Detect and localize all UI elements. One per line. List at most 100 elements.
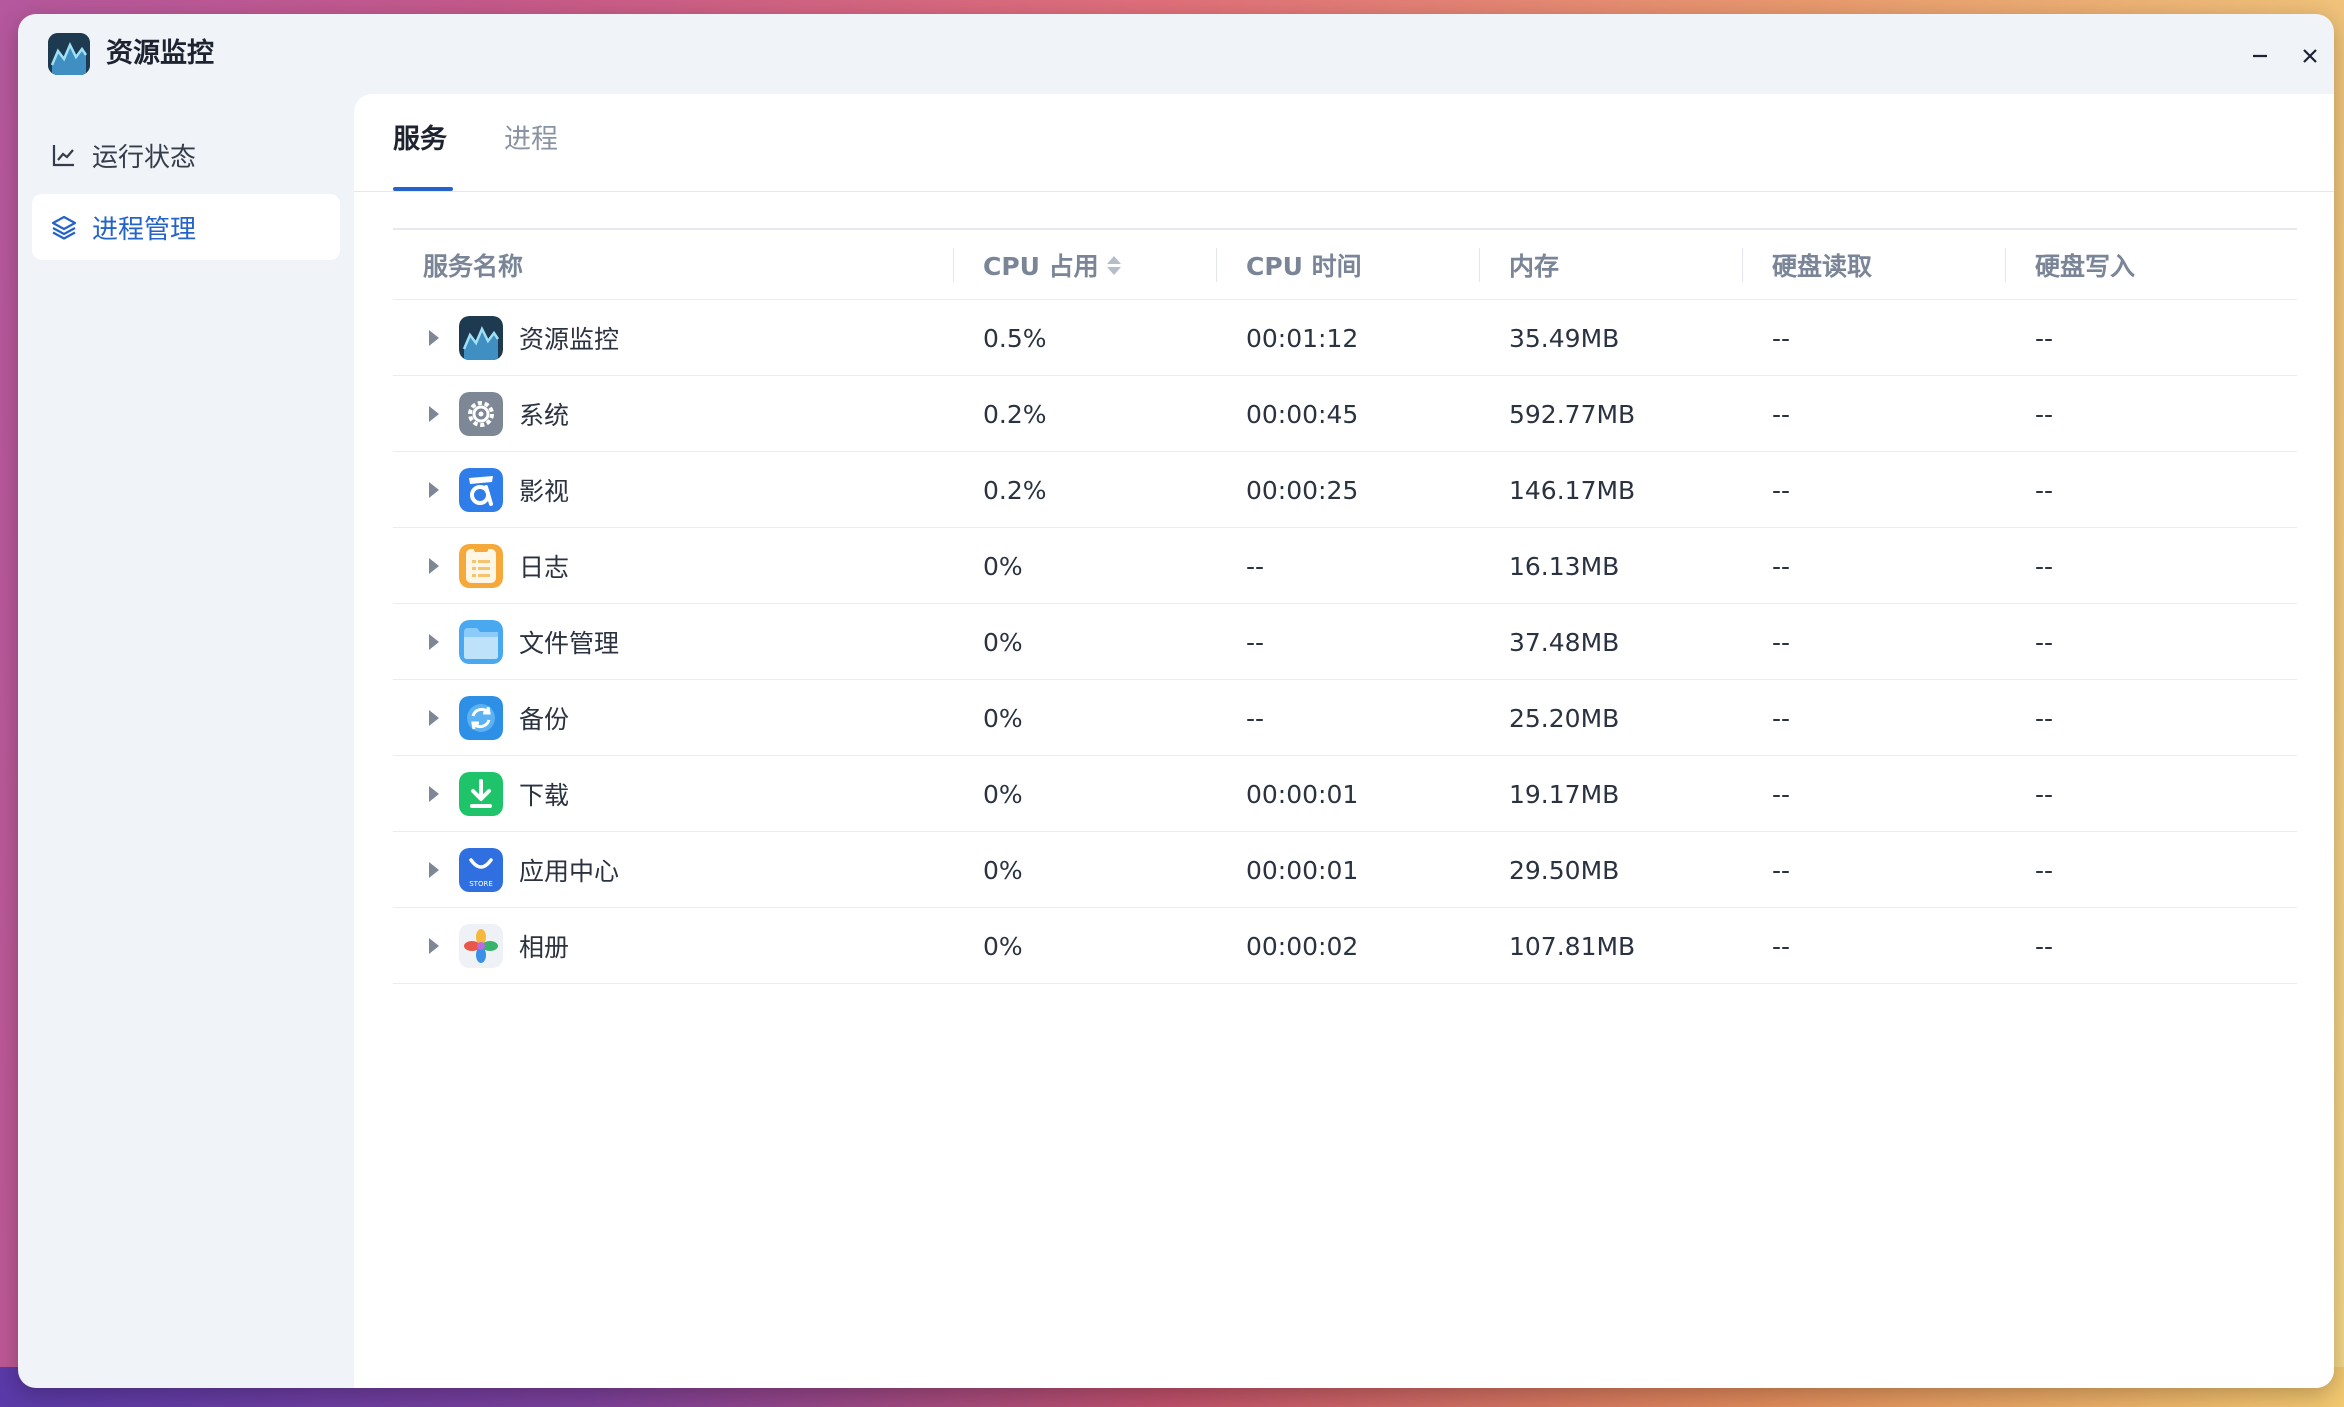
column-divider[interactable] <box>953 248 954 282</box>
cpu-usage-value: 0% <box>983 551 1023 581</box>
table-row[interactable]: 日志 0% -- 16.13MB -- -- <box>393 528 2297 604</box>
memory-value: 25.20MB <box>1509 703 1620 733</box>
table-row[interactable]: 资源监控 0.5% 00:01:12 35.49MB -- -- <box>393 300 2297 376</box>
disk-read-value: -- <box>1772 475 1791 505</box>
column-header-cpu-usage[interactable]: CPU 占用 <box>983 230 1121 300</box>
column-divider[interactable] <box>2005 248 2006 282</box>
column-header-disk-read[interactable]: 硬盘读取 <box>1772 230 1872 300</box>
disk-read-value: -- <box>1772 627 1791 657</box>
service-name: 文件管理 <box>519 629 620 658</box>
column-header-cpu-time[interactable]: CPU 时间 <box>1246 230 1362 300</box>
cpu-usage-value: 0% <box>983 627 1023 657</box>
sidebar-item-run-status[interactable]: 运行状态 <box>32 122 340 188</box>
table-row[interactable]: 系统 0.2% 00:00:45 592.77MB -- -- <box>393 376 2297 452</box>
column-divider[interactable] <box>1742 248 1743 282</box>
disk-write-value: -- <box>2035 399 2054 429</box>
video-icon <box>459 468 503 512</box>
table-row[interactable]: 相册 0% 00:00:02 107.81MB -- -- <box>393 908 2297 984</box>
table-row[interactable]: 下载 0% 00:00:01 19.17MB -- -- <box>393 756 2297 832</box>
minimize-icon <box>2253 54 2267 58</box>
close-button[interactable] <box>2288 34 2332 78</box>
disk-write-value: -- <box>2035 703 2054 733</box>
service-name: 备份 <box>519 705 570 734</box>
expand-arrow-icon[interactable] <box>429 558 439 574</box>
tab-services[interactable]: 服务 <box>393 120 447 160</box>
sort-icon[interactable] <box>1106 255 1121 275</box>
cpu-time-value: 00:00:01 <box>1246 779 1359 809</box>
column-header-disk-write[interactable]: 硬盘写入 <box>2035 230 2135 300</box>
disk-read-value: -- <box>1772 399 1791 429</box>
service-name: 资源监控 <box>519 325 620 354</box>
disk-write-value: -- <box>2035 475 2054 505</box>
memory-value: 16.13MB <box>1509 551 1620 581</box>
table-row[interactable]: 影视 0.2% 00:00:25 146.17MB -- -- <box>393 452 2297 528</box>
app-store-icon: STORE <box>459 848 503 892</box>
cpu-time-value: -- <box>1246 703 1265 733</box>
column-divider[interactable] <box>1216 248 1217 282</box>
cpu-time-value: 00:00:45 <box>1246 399 1359 429</box>
table-row[interactable]: 文件管理 0% -- 37.48MB -- -- <box>393 604 2297 680</box>
memory-value: 146.17MB <box>1509 475 1636 505</box>
column-header-memory[interactable]: 内存 <box>1509 230 1559 300</box>
column-divider[interactable] <box>1479 248 1480 282</box>
sidebar-item-process-management[interactable]: 进程管理 <box>32 194 340 260</box>
table-header: 服务名称 CPU 占用 CPU 时间 内存 硬盘读取 硬盘写入 <box>393 230 2297 300</box>
disk-read-value: -- <box>1772 703 1791 733</box>
expand-arrow-icon[interactable] <box>429 634 439 650</box>
cpu-time-value: 00:01:12 <box>1246 323 1359 353</box>
disk-write-value: -- <box>2035 779 2054 809</box>
resource-monitor-window: 资源监控 运行状态 进程管理 服务 进程 服务名称 CPU 占用 CPU 时间 … <box>18 14 2334 1388</box>
expand-arrow-icon[interactable] <box>429 862 439 878</box>
service-name: 应用中心 <box>519 857 620 886</box>
expand-arrow-icon[interactable] <box>429 786 439 802</box>
table-row[interactable]: STORE 应用中心 0% 00:00:01 29.50MB -- -- <box>393 832 2297 908</box>
sidebar-item-label: 运行状态 <box>92 142 197 173</box>
folder-icon <box>459 620 503 664</box>
tab-processes[interactable]: 进程 <box>504 120 558 160</box>
resource-monitor-icon <box>459 316 503 360</box>
expand-arrow-icon[interactable] <box>429 938 439 954</box>
expand-arrow-icon[interactable] <box>429 406 439 422</box>
services-table: 服务名称 CPU 占用 CPU 时间 内存 硬盘读取 硬盘写入 资源监控 0.5… <box>393 228 2297 984</box>
line-chart-icon <box>50 141 78 169</box>
cpu-usage-value: 0% <box>983 931 1023 961</box>
column-header-label: 服务名称 <box>423 252 524 281</box>
service-name: 影视 <box>519 477 570 506</box>
disk-write-value: -- <box>2035 931 2054 961</box>
disk-write-value: -- <box>2035 323 2054 353</box>
cpu-usage-value: 0.2% <box>983 475 1047 505</box>
memory-value: 37.48MB <box>1509 627 1620 657</box>
expand-arrow-icon[interactable] <box>429 330 439 346</box>
close-icon <box>2303 49 2317 63</box>
download-icon <box>459 772 503 816</box>
column-header-label: 硬盘读取 <box>1772 252 1873 281</box>
cpu-time-value: 00:00:01 <box>1246 855 1359 885</box>
expand-arrow-icon[interactable] <box>429 482 439 498</box>
window-title: 资源监控 <box>106 38 214 69</box>
cpu-usage-value: 0% <box>983 779 1023 809</box>
expand-arrow-icon[interactable] <box>429 710 439 726</box>
service-name: 日志 <box>519 553 570 582</box>
cpu-usage-value: 0.2% <box>983 399 1047 429</box>
memory-value: 107.81MB <box>1509 931 1636 961</box>
cpu-usage-value: 0.5% <box>983 323 1047 353</box>
disk-read-value: -- <box>1772 779 1791 809</box>
memory-value: 592.77MB <box>1509 399 1636 429</box>
minimize-button[interactable] <box>2238 34 2282 78</box>
memory-value: 19.17MB <box>1509 779 1620 809</box>
cpu-time-value: -- <box>1246 627 1265 657</box>
cpu-time-value: 00:00:02 <box>1246 931 1359 961</box>
column-header-service-name[interactable]: 服务名称 <box>423 230 523 300</box>
memory-value: 29.50MB <box>1509 855 1620 885</box>
store-label: STORE <box>469 880 493 888</box>
column-header-label: 硬盘写入 <box>2035 252 2136 281</box>
disk-read-value: -- <box>1772 855 1791 885</box>
table-row[interactable]: 备份 0% -- 25.20MB -- -- <box>393 680 2297 756</box>
layers-icon <box>50 213 78 241</box>
memory-value: 35.49MB <box>1509 323 1620 353</box>
cpu-time-value: -- <box>1246 551 1265 581</box>
title-bar[interactable]: 资源监控 <box>18 14 2334 94</box>
cpu-usage-value: 0% <box>983 703 1023 733</box>
service-name: 系统 <box>519 401 570 430</box>
cpu-time-value: 00:00:25 <box>1246 475 1359 505</box>
